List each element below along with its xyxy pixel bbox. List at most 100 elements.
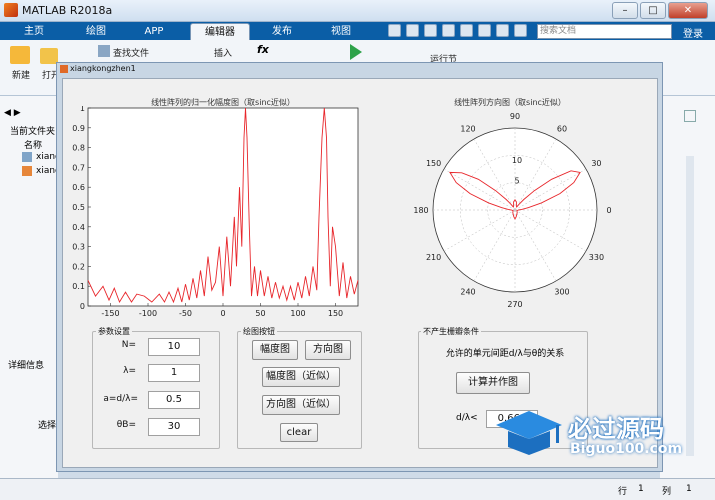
dir-button[interactable]: 方向图 xyxy=(305,340,351,360)
status-row-label: 行 xyxy=(618,487,628,497)
switch-windows-icon[interactable] xyxy=(496,24,509,37)
y-tick-label: 0.7 xyxy=(72,163,85,172)
paste-icon[interactable] xyxy=(442,24,455,37)
find-files-icon xyxy=(98,45,110,57)
polar-radial-label: 10 xyxy=(512,156,522,165)
a-input[interactable]: 0.5 xyxy=(148,391,200,409)
polar-angle-label: 270 xyxy=(507,300,522,309)
grating-description: 允许的单元间距d/λ与θ的关系 xyxy=(445,349,565,359)
theta-input[interactable]: 30 xyxy=(148,418,200,436)
y-tick-label: 1 xyxy=(80,106,85,113)
params-panel-label: 参数设置 xyxy=(96,326,132,337)
clear-button[interactable]: clear xyxy=(280,423,318,442)
watermark: 必过源码 Biguo100.com xyxy=(494,405,694,465)
minimize-button[interactable]: – xyxy=(612,2,638,19)
copy-icon[interactable] xyxy=(424,24,437,37)
grating-panel-label: 不产生栅瓣条件 xyxy=(421,326,481,337)
a-label: a=d/λ= xyxy=(103,394,138,404)
help-icon[interactable] xyxy=(514,24,527,37)
y-tick-label: 0.1 xyxy=(72,282,85,291)
maximize-button[interactable]: □ xyxy=(640,2,666,19)
tab-publish[interactable]: 发布 xyxy=(258,23,306,40)
tab-apps[interactable]: APP xyxy=(128,23,180,40)
polar-radial-label: 5 xyxy=(514,177,519,186)
polar-angle-label: 180 xyxy=(413,206,428,215)
polar-angle-label: 30 xyxy=(591,159,601,168)
y-tick-label: 0.3 xyxy=(72,243,85,252)
y-tick-label: 0.6 xyxy=(72,183,85,192)
x-tick-label: -100 xyxy=(139,309,157,318)
x-tick-label: 50 xyxy=(255,309,265,318)
current-folder-label: 当前文件夹 xyxy=(10,127,56,137)
figure-icon xyxy=(60,65,68,73)
x-tick-label: -50 xyxy=(179,309,192,318)
save-icon[interactable] xyxy=(388,24,401,37)
nav-arrows-icon[interactable]: ◀ ▶ xyxy=(4,108,21,118)
polar-angle-label: 0 xyxy=(606,206,611,215)
window-title: MATLAB R2018a xyxy=(22,4,113,17)
statusbar: 行 1 列 1 xyxy=(0,478,715,500)
watermark-text-en: Biguo100.com xyxy=(570,441,683,457)
cut-icon[interactable] xyxy=(406,24,419,37)
search-documentation-input[interactable]: 搜索文档 xyxy=(537,24,672,39)
x-tick-label: -150 xyxy=(101,309,119,318)
amp-approx-button[interactable]: 幅度图（近似） xyxy=(262,367,340,387)
amp-plot: -150 -100 -50 0 50 100 150 0 0.1 0.2 0.3 0.4 0.5 0.6 0… xyxy=(72,106,359,318)
x-tick-label: 100 xyxy=(290,309,305,318)
figure-titlebar: xiangkongzhen1 xyxy=(56,62,663,77)
status-col-value: 1 xyxy=(686,484,692,494)
amp-button[interactable]: 幅度图 xyxy=(252,340,298,360)
n-label: N= xyxy=(121,340,136,350)
x-tick-label: 0 xyxy=(220,309,225,318)
y-tick-label: 0.5 xyxy=(72,203,85,212)
lambda-label: λ= xyxy=(123,366,136,376)
y-tick-label: 0.4 xyxy=(72,223,85,232)
login-link[interactable]: 登录 xyxy=(683,25,703,40)
window-titlebar: MATLAB R2018a xyxy=(0,0,715,22)
find-files-button[interactable]: 查找文件 xyxy=(113,46,149,59)
compute-button[interactable]: 计算并作图 xyxy=(456,372,530,394)
polar-angle-label: 210 xyxy=(426,253,441,262)
polar-angle-label: 330 xyxy=(589,253,604,262)
n-input[interactable]: 10 xyxy=(148,338,200,356)
select-hint: 选择 xyxy=(38,421,57,431)
panel-options-icon[interactable] xyxy=(684,110,696,122)
dir-approx-button[interactable]: 方向图（近似） xyxy=(262,395,340,415)
tab-home[interactable]: 主页 xyxy=(14,23,54,40)
new-button-label[interactable]: 新建 xyxy=(12,68,30,81)
close-button[interactable]: ✕ xyxy=(668,2,708,19)
polar-angle-label: 90 xyxy=(510,112,520,121)
polar-angle-label: 120 xyxy=(460,125,475,134)
dl-label: d/λ< xyxy=(456,413,478,423)
polar-angle-label: 150 xyxy=(426,159,441,168)
status-col-label: 列 xyxy=(662,487,672,497)
tab-editor[interactable]: 编辑器 xyxy=(190,23,250,40)
tab-view[interactable]: 视图 xyxy=(316,23,366,40)
y-tick-label: 0.8 xyxy=(72,144,85,153)
redo-icon[interactable] xyxy=(478,24,491,37)
y-tick-label: 0 xyxy=(80,302,85,311)
run-icon[interactable] xyxy=(350,44,362,60)
insert-button[interactable]: 插入 xyxy=(214,46,232,59)
y-tick-label: 0.2 xyxy=(72,262,85,271)
figure-title: xiangkongzhen1 xyxy=(70,64,136,73)
y-tick-label: 0.9 xyxy=(72,124,85,133)
tab-plots[interactable]: 绘图 xyxy=(74,23,118,40)
polar-plot-title: 线性阵列方向图（取sinc近似） xyxy=(454,98,566,107)
status-row-value: 1 xyxy=(638,484,644,494)
theta-label: θB= xyxy=(116,420,136,430)
polar-angle-label: 240 xyxy=(460,287,475,296)
graduation-cap-logo-icon xyxy=(496,411,562,455)
fx-icon[interactable]: fx xyxy=(257,43,269,56)
lambda-input[interactable]: 1 xyxy=(148,364,200,382)
matlab-logo-icon xyxy=(4,3,18,17)
polar-angle-label: 300 xyxy=(554,287,569,296)
polar-angle-label: 60 xyxy=(557,125,567,134)
fig-file-icon xyxy=(22,166,32,176)
new-icon[interactable] xyxy=(10,46,30,64)
watermark-text-cn: 必过源码 xyxy=(568,415,664,443)
undo-icon[interactable] xyxy=(460,24,473,37)
polar-plot: 9060300330300270240210180150120510 xyxy=(413,112,611,309)
name-column-header[interactable]: 名称 xyxy=(24,138,42,151)
buttons-panel-label: 绘图按钮 xyxy=(241,326,277,337)
